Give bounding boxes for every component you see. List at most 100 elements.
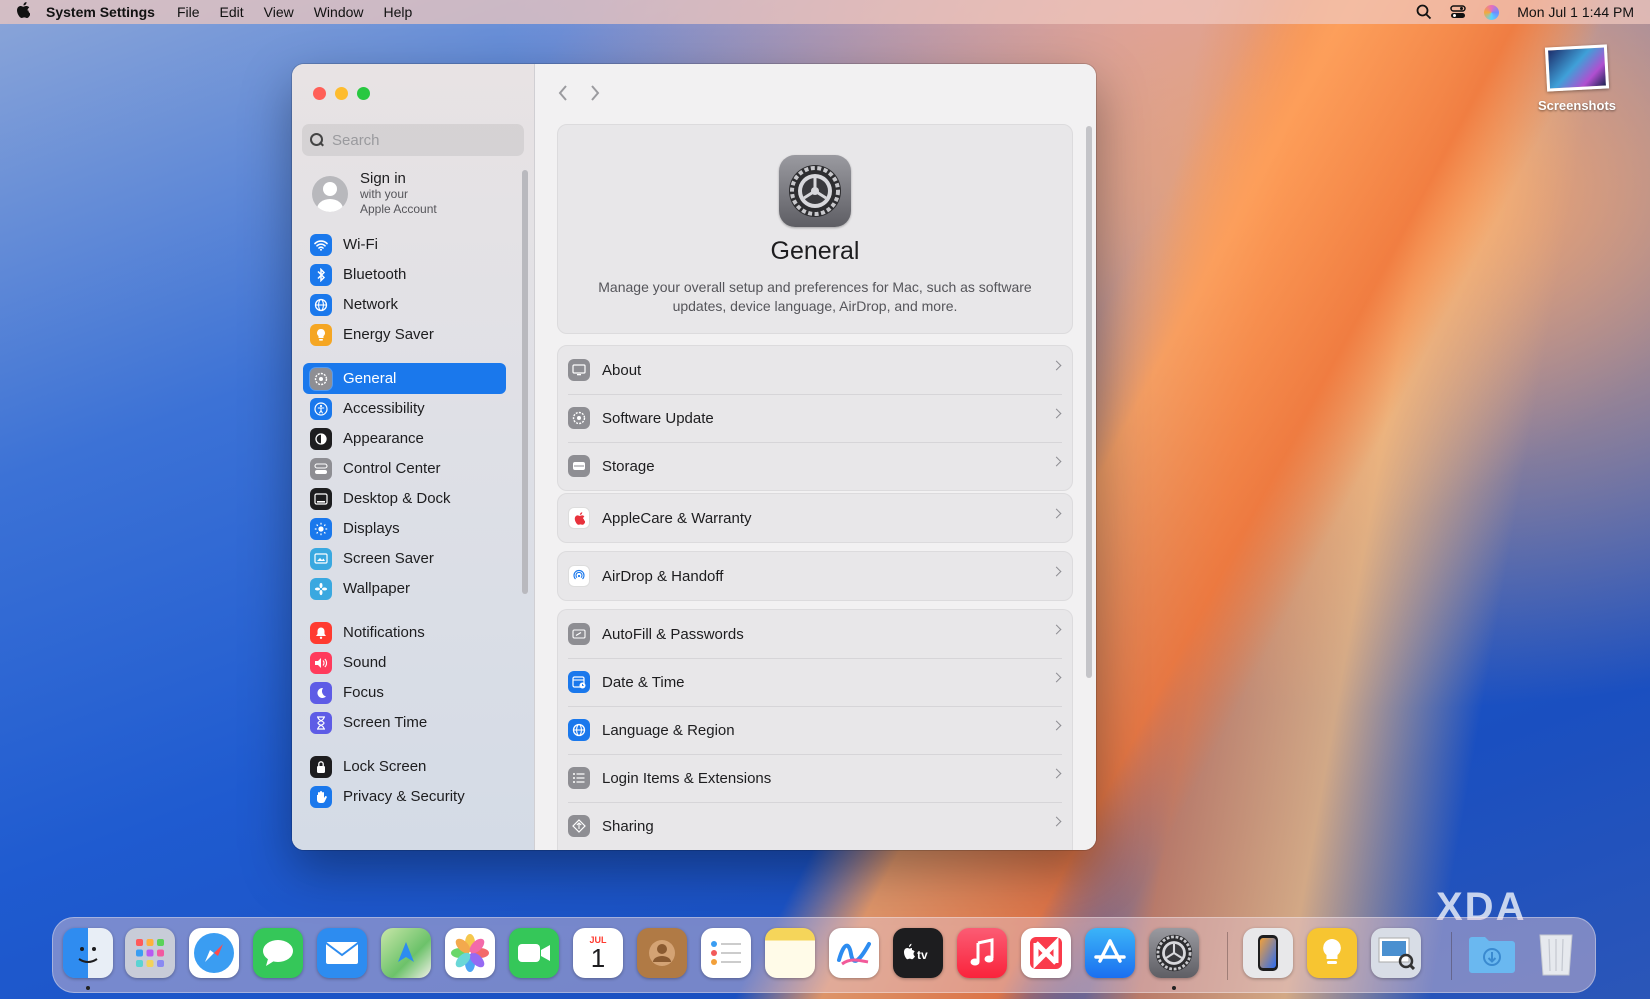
account-subtitle-2: Apple Account — [360, 202, 437, 216]
sidebar-item-label: Focus — [343, 684, 384, 701]
row-label: Language & Region — [602, 721, 735, 739]
sidebar-item-accessibility[interactable]: Accessibility — [303, 393, 506, 424]
row-language-region[interactable]: Language & Region — [558, 706, 1072, 754]
safari-icon[interactable] — [189, 928, 239, 978]
sidebar-item-wifi[interactable]: Wi-Fi — [303, 229, 506, 260]
sidebar-item-screen-time[interactable]: Screen Time — [303, 707, 506, 738]
messages-icon[interactable] — [253, 928, 303, 978]
page-title: General — [770, 237, 860, 265]
row-applecare-warranty[interactable]: AppleCare & Warranty — [558, 494, 1072, 542]
menu-bar: System Settings File Edit View Window He… — [0, 0, 1650, 24]
maps-icon[interactable] — [381, 928, 431, 978]
app-name-menu[interactable]: System Settings — [46, 4, 155, 20]
music-icon[interactable] — [957, 928, 1007, 978]
sidebar-item-focus[interactable]: Focus — [303, 677, 506, 708]
menu-window[interactable]: Window — [314, 4, 364, 20]
search-input[interactable] — [332, 131, 512, 149]
airdrop-icon — [568, 565, 590, 587]
siri-icon[interactable] — [1484, 4, 1500, 20]
forward-button[interactable] — [589, 82, 601, 108]
search-field[interactable] — [302, 124, 524, 156]
freeform-icon[interactable] — [829, 928, 879, 978]
mail-icon[interactable] — [317, 928, 367, 978]
row-software-update[interactable]: Software Update — [558, 394, 1072, 442]
reminders-icon[interactable] — [701, 928, 751, 978]
sidebar-scrollbar[interactable] — [522, 170, 528, 594]
menu-edit[interactable]: Edit — [220, 4, 244, 20]
row-sharing[interactable]: Sharing — [558, 802, 1072, 850]
menu-view[interactable]: View — [264, 4, 294, 20]
app-store-icon[interactable] — [1085, 928, 1135, 978]
chevron-right-icon — [1051, 456, 1062, 467]
clock[interactable]: Mon Jul 1 1:44 PM — [1517, 4, 1634, 20]
downloads-folder-icon[interactable] — [1467, 928, 1517, 978]
finder-icon[interactable] — [63, 928, 113, 978]
settings-group-1: About Software Update Storage — [557, 345, 1073, 491]
hand-icon — [310, 785, 332, 808]
row-date-time[interactable]: Date & Time — [558, 658, 1072, 706]
settings-group-3: AirDrop & Handoff — [557, 551, 1073, 601]
row-autofill-passwords[interactable]: AutoFill & Passwords — [558, 610, 1072, 658]
speaker-icon — [310, 651, 332, 674]
zoom-button[interactable] — [357, 87, 370, 100]
window-controls — [313, 87, 370, 100]
account-title: Sign in — [360, 170, 406, 187]
sidebar-item-label: Control Center — [343, 460, 441, 477]
dock-icon — [310, 487, 332, 510]
facetime-icon[interactable] — [509, 928, 559, 978]
sidebar-item-notifications[interactable]: Notifications — [303, 617, 506, 648]
launchpad-icon[interactable] — [125, 928, 175, 978]
sidebar-item-general[interactable]: General — [303, 363, 506, 394]
row-storage[interactable]: Storage — [558, 442, 1072, 490]
trash-icon[interactable] — [1531, 928, 1581, 978]
close-button[interactable] — [313, 87, 326, 100]
sidebar-item-screen-saver[interactable]: Screen Saver — [303, 543, 506, 574]
spotlight-search-icon[interactable] — [1416, 4, 1432, 20]
photos-icon[interactable] — [445, 928, 495, 978]
menu-file[interactable]: File — [177, 4, 200, 20]
sidebar-item-sound[interactable]: Sound — [303, 647, 506, 678]
sidebar-item-label: Wi-Fi — [343, 236, 378, 253]
row-label: AirDrop & Handoff — [602, 567, 724, 585]
sidebar-item-network[interactable]: Network — [303, 289, 506, 320]
preview-icon[interactable] — [1371, 928, 1421, 978]
bell-icon — [310, 621, 332, 644]
search-icon — [310, 133, 324, 147]
iphone-mirroring-icon[interactable] — [1243, 928, 1293, 978]
sidebar-item-wallpaper[interactable]: Wallpaper — [303, 573, 506, 604]
minimize-button[interactable] — [335, 87, 348, 100]
system-settings-running-indicator — [1172, 986, 1176, 990]
apple-menu-icon[interactable] — [16, 1, 46, 23]
desktop-screenshots-folder[interactable]: Screenshots — [1512, 44, 1642, 113]
contacts-icon[interactable] — [637, 928, 687, 978]
sidebar-item-appearance[interactable]: Appearance — [303, 423, 506, 454]
row-airdrop-handoff[interactable]: AirDrop & Handoff — [558, 552, 1072, 600]
tips-icon[interactable] — [1307, 928, 1357, 978]
sidebar-item-displays[interactable]: Displays — [303, 513, 506, 544]
sidebar-item-privacy-security[interactable]: Privacy & Security — [303, 781, 506, 812]
globe-icon — [310, 293, 332, 316]
tv-icon[interactable]: tv — [893, 928, 943, 978]
sidebar-item-lock-screen[interactable]: Lock Screen — [303, 751, 506, 782]
sidebar-item-label: Notifications — [343, 624, 425, 641]
sidebar-item-label: Accessibility — [343, 400, 425, 417]
sidebar-item-label: Wallpaper — [343, 580, 410, 597]
calendar-icon[interactable]: JUL 1 — [573, 928, 623, 978]
sidebar-item-energy-saver[interactable]: Energy Saver — [303, 319, 506, 350]
apple-account-sign-in[interactable]: Sign in with your Apple Account — [312, 170, 437, 217]
news-icon[interactable] — [1021, 928, 1071, 978]
back-button[interactable] — [557, 82, 569, 108]
sidebar-item-desktop-dock[interactable]: Desktop & Dock — [303, 483, 506, 514]
chevron-right-icon — [1051, 768, 1062, 779]
sidebar-item-label: General — [343, 370, 397, 387]
menu-help[interactable]: Help — [384, 4, 413, 20]
sidebar-item-bluetooth[interactable]: Bluetooth — [303, 259, 506, 290]
control-center-icon[interactable] — [1450, 4, 1467, 20]
row-login-items-extensions[interactable]: Login Items & Extensions — [558, 754, 1072, 802]
system-settings-icon[interactable] — [1149, 928, 1199, 978]
row-about[interactable]: About — [558, 346, 1072, 394]
notes-icon[interactable] — [765, 928, 815, 978]
sidebar-item-control-center[interactable]: Control Center — [303, 453, 506, 484]
content-scrollbar[interactable] — [1086, 126, 1092, 678]
settings-group-4: AutoFill & Passwords Date & Time Languag… — [557, 609, 1073, 850]
